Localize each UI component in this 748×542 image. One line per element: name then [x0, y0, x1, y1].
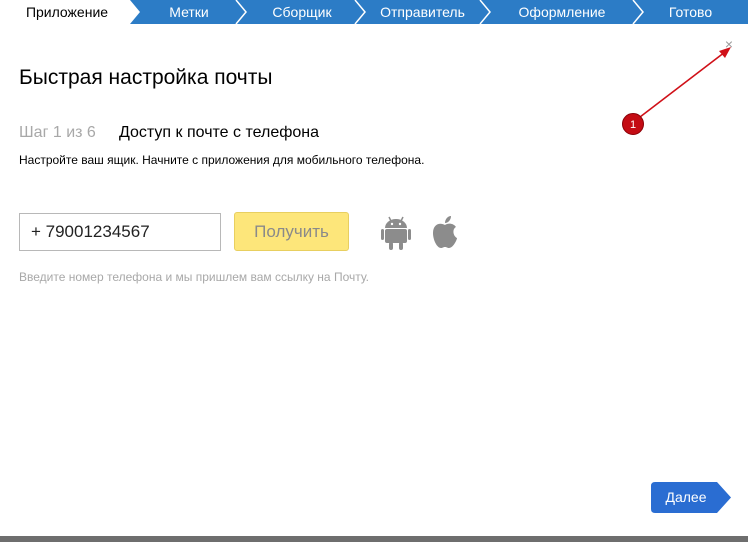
- dialog-title: Быстрая настройка почты: [19, 66, 273, 89]
- phone-input[interactable]: [19, 213, 221, 251]
- get-link-button[interactable]: Получить: [234, 212, 349, 251]
- phone-hint: Введите номер телефона и мы пришлем вам …: [19, 270, 369, 284]
- tab-gotovo[interactable]: Готово: [643, 0, 738, 24]
- tab-prilozhenie[interactable]: Приложение: [0, 0, 134, 24]
- tab-oformlenie[interactable]: Оформление: [488, 0, 636, 24]
- tab-metki[interactable]: Метки: [142, 0, 236, 24]
- tab-sborshchik[interactable]: Сборщик: [246, 0, 358, 24]
- annotation-badge: 1: [622, 113, 644, 135]
- next-button-label: Далее: [665, 489, 707, 505]
- step-title: Доступ к почте с телефона: [119, 124, 320, 141]
- android-icon[interactable]: [381, 216, 411, 250]
- close-icon[interactable]: ×: [722, 37, 736, 51]
- tab-otpravitel[interactable]: Отправитель: [365, 0, 480, 24]
- next-button[interactable]: Далее: [651, 482, 731, 513]
- bottom-bar: [0, 536, 748, 542]
- step-counter: Шаг 1 из 6: [19, 124, 96, 141]
- apple-icon[interactable]: [431, 216, 459, 250]
- steps-tab-bar: Приложение Метки Сборщик Отправитель Офо…: [0, 0, 748, 24]
- step-description: Настройте ваш ящик. Начните с приложения…: [19, 153, 425, 167]
